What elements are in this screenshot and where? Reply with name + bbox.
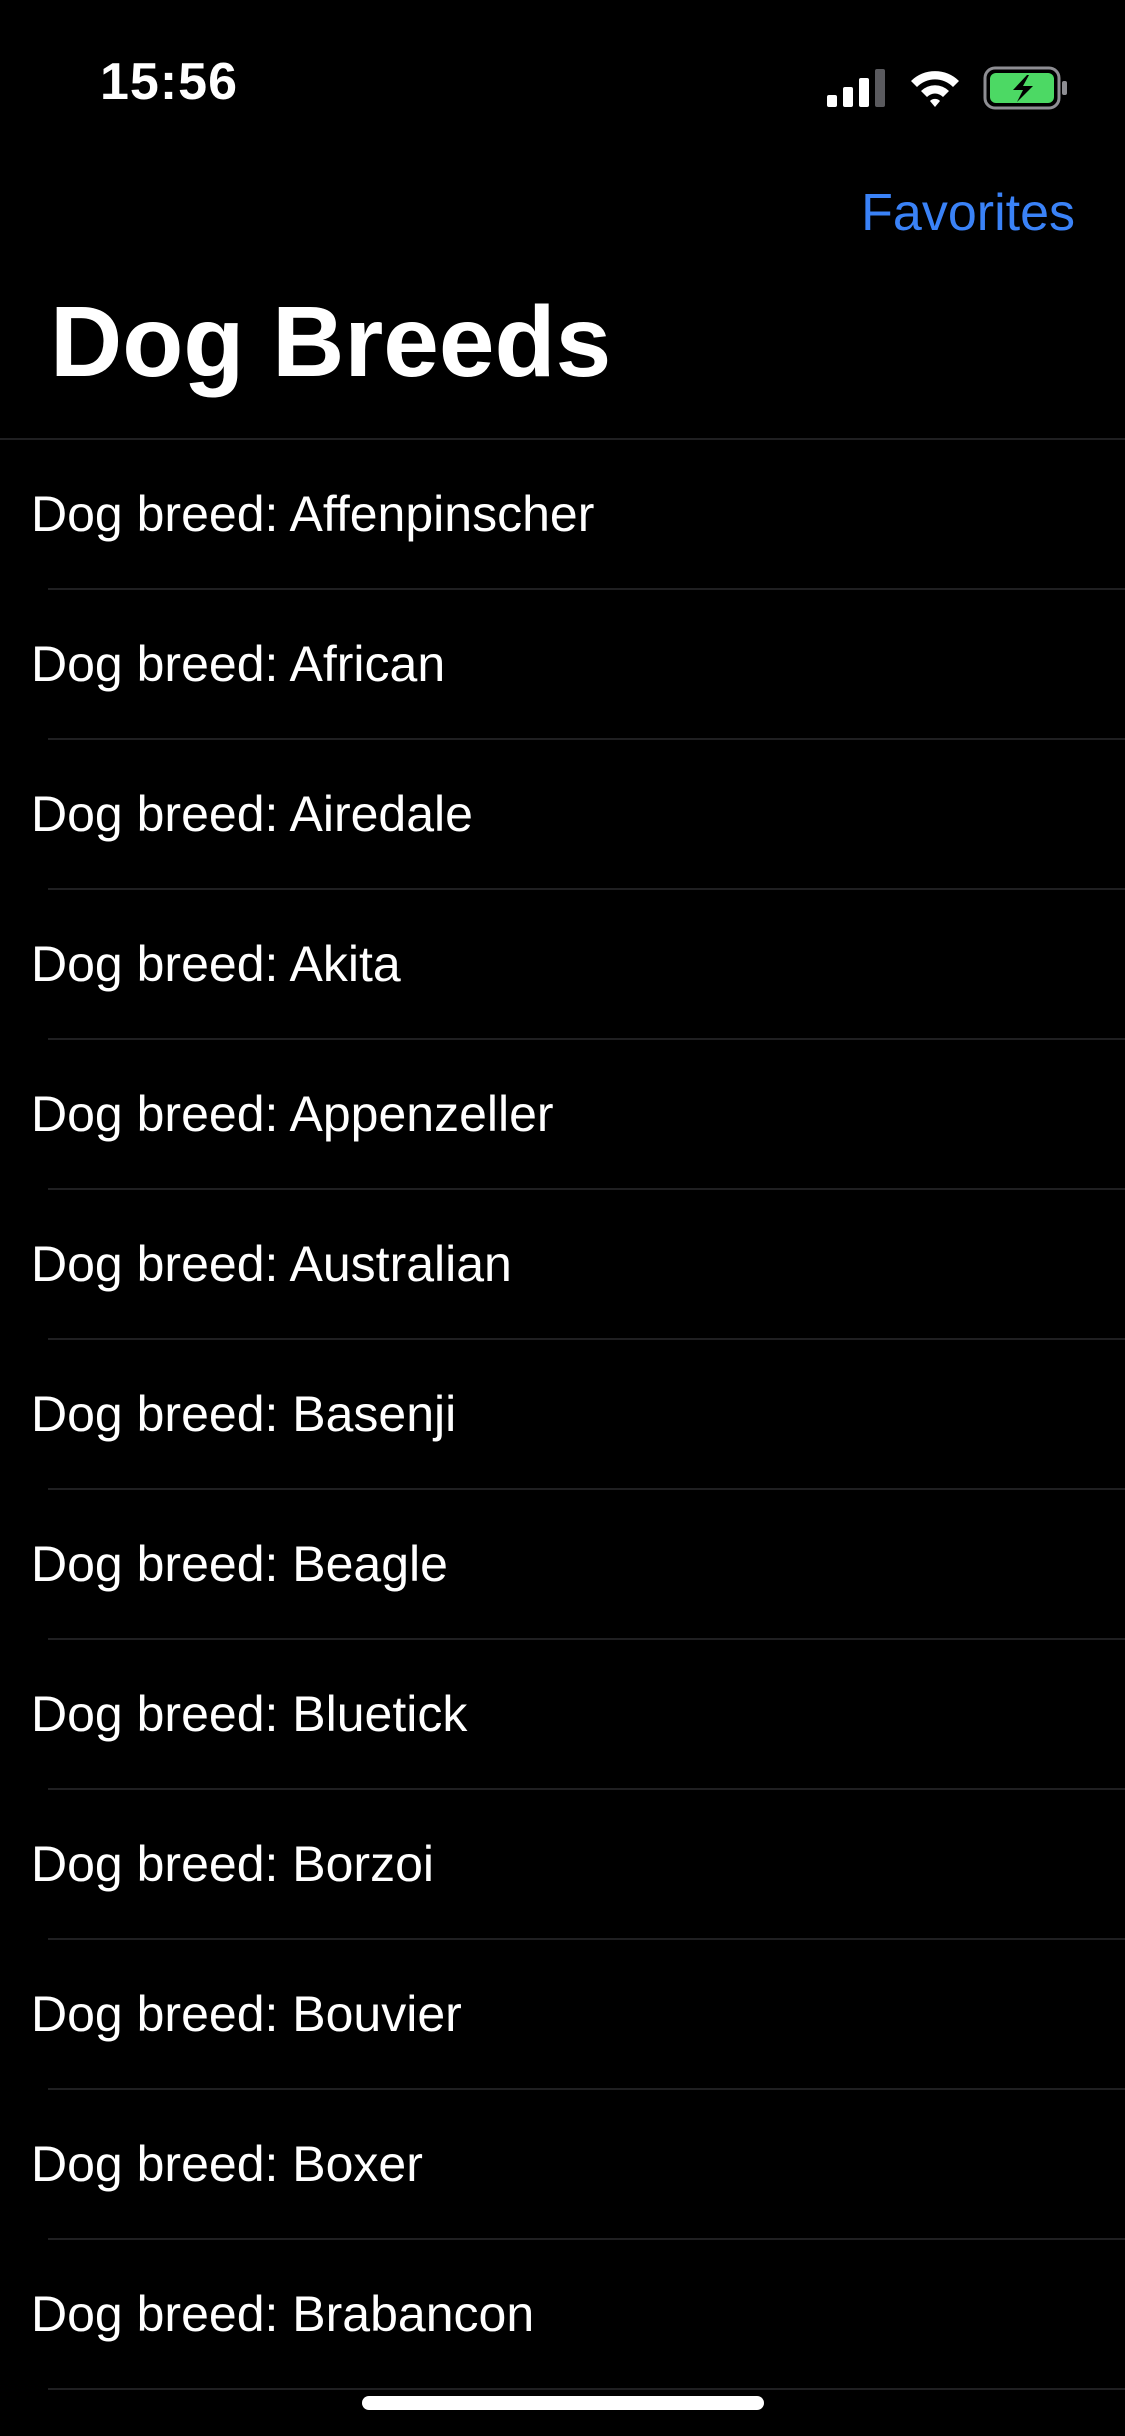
list-item[interactable]: Dog breed: Bouvier	[0, 1940, 1125, 2090]
favorites-button[interactable]: Favorites	[861, 182, 1075, 244]
cellular-signal-icon	[827, 69, 885, 107]
list-item-label: Dog breed: Borzoi	[31, 1836, 435, 1892]
status-icons	[827, 66, 1069, 110]
home-indicator[interactable]	[362, 2396, 764, 2410]
list-item-label: Dog breed: Brabancon	[31, 2286, 535, 2342]
navigation-bar: Favorites Dog Breeds	[0, 132, 1125, 432]
list-item[interactable]: Dog breed: African	[0, 590, 1125, 740]
list-item[interactable]: Dog breed: Appenzeller	[0, 1040, 1125, 1190]
list-item[interactable]: Dog breed: Basenji	[0, 1340, 1125, 1490]
list-item-label: Dog breed: Affenpinscher	[31, 486, 595, 542]
status-bar: 15:56	[0, 0, 1125, 132]
list-item-label: Dog breed: Akita	[31, 936, 401, 992]
row-separator	[48, 2388, 1125, 2390]
list-item-label: Dog breed: Bluetick	[31, 1686, 468, 1742]
list-item[interactable]: Dog breed: Australian	[0, 1190, 1125, 1340]
status-time: 15:56	[100, 53, 238, 111]
list-item-label: Dog breed: Bouvier	[31, 1986, 462, 2042]
list-item-label: Dog breed: Beagle	[31, 1536, 448, 1592]
list-item[interactable]: Dog breed: Brabancon	[0, 2240, 1125, 2390]
page-title: Dog Breeds	[50, 286, 612, 398]
list-item[interactable]: Dog breed: Affenpinscher	[0, 440, 1125, 590]
list-item-label: Dog breed: Basenji	[31, 1386, 457, 1442]
list-item[interactable]: Dog breed: Borzoi	[0, 1790, 1125, 1940]
list-item[interactable]: Dog breed: Airedale	[0, 740, 1125, 890]
wifi-icon	[911, 71, 959, 107]
list-item-label: Dog breed: Boxer	[31, 2136, 423, 2192]
breed-list: Dog breed: Affenpinscher Dog breed: Afri…	[0, 440, 1125, 2390]
list-item-label: Dog breed: African	[31, 636, 446, 692]
list-item-label: Dog breed: Australian	[31, 1236, 512, 1292]
list-item[interactable]: Dog breed: Akita	[0, 890, 1125, 1040]
list-item[interactable]: Dog breed: Boxer	[0, 2090, 1125, 2240]
list-item-label: Dog breed: Appenzeller	[31, 1086, 554, 1142]
list-item-label: Dog breed: Airedale	[31, 786, 473, 842]
list-item[interactable]: Dog breed: Bluetick	[0, 1640, 1125, 1790]
list-item[interactable]: Dog breed: Beagle	[0, 1490, 1125, 1640]
battery-charging-icon	[983, 66, 1067, 110]
